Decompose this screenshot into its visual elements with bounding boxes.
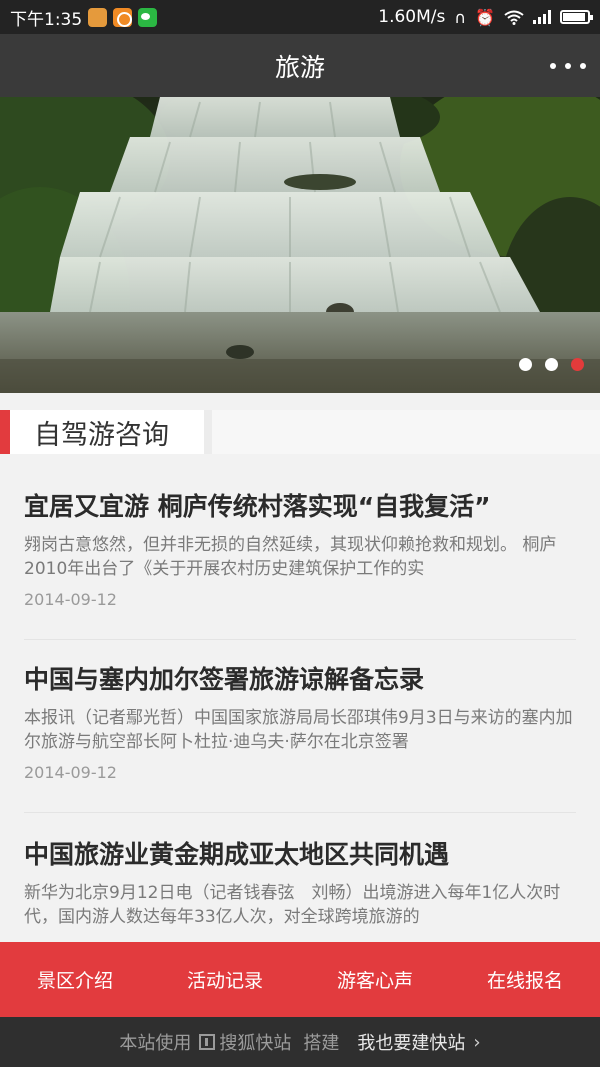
chevron-right-icon: › [473,1031,481,1053]
waterfall-photo [0,97,600,393]
section-header: 自驾游咨询 [0,410,600,454]
article-title[interactable]: 中国与塞内加尔签署旅游谅解备忘录 [24,663,576,697]
headset-icon: ∩ [454,7,467,27]
network-speed: 1.60M/s [378,7,446,27]
footer-suffix: 搭建 [303,1033,340,1054]
signal-icon [533,10,551,24]
nav-item-visitor-voices[interactable]: 游客心声 [300,966,450,993]
article-summary: 本报讯（记者鄢光哲）中国国家旅游局局长邵琪伟9月3日与来访的塞内加尔旅游与航空部… [24,708,573,752]
more-dot-icon [580,63,586,69]
wifi-icon [504,10,524,25]
carousel-dot-active[interactable] [571,358,584,371]
app-orange-icon [88,7,108,27]
kuaizhan-logo-icon [199,1034,216,1050]
carousel-dot[interactable] [545,358,558,371]
more-menu-button[interactable] [550,54,586,78]
footer-bar: 本站使用 搜狐快站 搭建 我也要建快站 › [0,1017,600,1067]
footer-brand[interactable]: 搜狐快站 [219,1029,291,1055]
nav-item-activity-records[interactable]: 活动记录 [150,966,300,993]
nav-item-scenic-intro[interactable]: 景区介绍 [0,966,150,993]
bottom-nav: 景区介绍 活动记录 游客心声 在线报名 [0,942,600,1017]
status-time: 下午1:35 [10,9,83,30]
article-date: 2014-09-12 [24,763,117,782]
article-title[interactable]: 宜居又宜游 桐庐传统村落实现“自我复活” [24,490,576,524]
nav-item-online-signup[interactable]: 在线报名 [450,966,600,993]
article-item[interactable]: 宜居又宜游 桐庐传统村落实现“自我复活” 翙岗古意悠然，但并非无损的自然延续，其… [24,490,576,609]
section-header-tail [204,410,600,454]
more-dot-icon [565,63,571,69]
more-dot-icon [550,63,556,69]
battery-icon [560,10,593,24]
qq-music-icon [113,7,133,27]
carousel-dot[interactable] [519,358,532,371]
alarm-icon: ⏰ [475,7,495,27]
page-title: 旅游 [274,52,325,82]
status-bar: 下午1:35 1.60M/s ∩ ⏰ [0,0,600,34]
title-bar: 旅游 [0,34,600,97]
article-title[interactable]: 中国旅游业黄金期成亚太地区共同机遇 [24,838,576,872]
article-summary: 新华为北京9月12日电（记者钱春弦 刘畅）出境游进入每年1亿人次时代，国内游人数… [24,883,561,927]
section-accent-bar [0,410,10,454]
carousel-indicator [519,358,584,371]
build-site-link[interactable]: 我也要建快站 [357,1029,465,1055]
article-divider [24,639,576,640]
article-divider [24,812,576,813]
article-item[interactable]: 中国旅游业黄金期成亚太地区共同机遇 新华为北京9月12日电（记者钱春弦 刘畅）出… [24,838,576,929]
wechat-icon [138,7,158,27]
article-date: 2014-09-12 [24,590,117,609]
section-title: 自驾游咨询 [10,410,204,454]
footer-prefix: 本站使用 [119,1033,192,1054]
article-item[interactable]: 中国与塞内加尔签署旅游谅解备忘录 本报讯（记者鄢光哲）中国国家旅游局局长邵琪伟9… [24,663,576,782]
article-summary: 翙岗古意悠然，但并非无损的自然延续，其现状仰赖抢救和规划。 桐庐2010年出台了… [24,535,557,579]
banner-carousel[interactable] [0,97,600,393]
